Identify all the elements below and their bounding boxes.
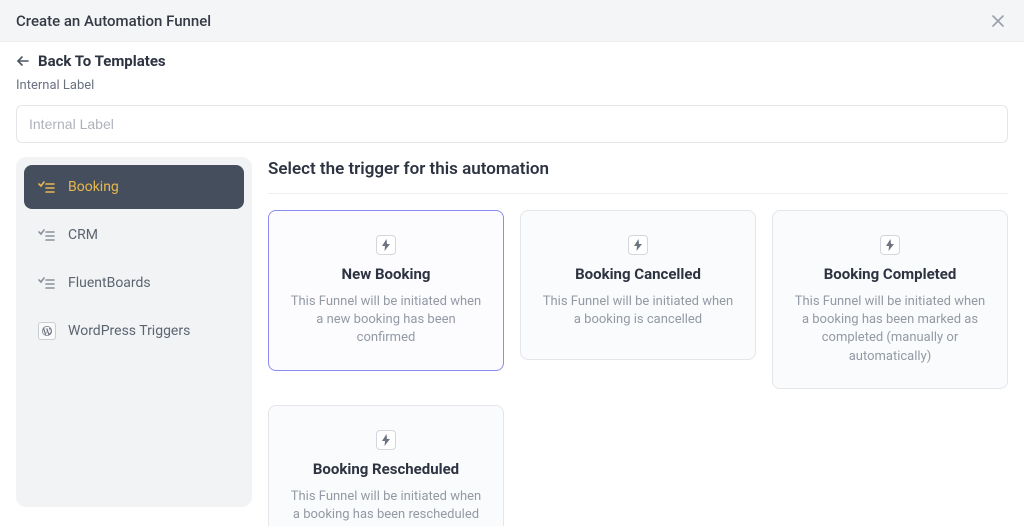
trigger-card-booking-completed[interactable]: Booking Completed This Funnel will be in…: [772, 210, 1008, 389]
trigger-card-new-booking[interactable]: New Booking This Funnel will be initiate…: [268, 210, 504, 371]
section-title: Select the trigger for this automation: [268, 157, 1008, 194]
internal-label-input[interactable]: [16, 105, 1008, 143]
lightning-icon: [880, 235, 900, 255]
trigger-title: Booking Completed: [824, 265, 957, 283]
sidebar-item-booking[interactable]: Booking: [24, 165, 244, 209]
modal-create-automation-funnel: Create an Automation Funnel Back To Temp…: [0, 0, 1024, 526]
trigger-desc: This Funnel will be initiated when a boo…: [791, 293, 989, 366]
sidebar-item-crm[interactable]: CRM: [24, 213, 244, 257]
sidebar-item-label: WordPress Triggers: [68, 323, 190, 339]
trigger-title: New Booking: [342, 265, 431, 283]
sidebar-item-wordpress-triggers[interactable]: WordPress Triggers: [24, 309, 244, 353]
wordpress-icon: [38, 322, 56, 340]
trigger-desc: This Funnel will be initiated when a new…: [287, 293, 485, 348]
sidebar-item-label: CRM: [68, 227, 98, 243]
trigger-title: Booking Cancelled: [575, 265, 701, 283]
modal-title: Create an Automation Funnel: [16, 12, 211, 30]
lightning-icon: [376, 430, 396, 450]
checklist-icon: [38, 226, 56, 244]
subheader: Back To Templates Internal Label: [0, 42, 1024, 99]
internal-label-row: [0, 99, 1024, 157]
trigger-desc: This Funnel will be initiated when a boo…: [539, 293, 737, 329]
lightning-icon: [628, 235, 648, 255]
checklist-icon: [38, 178, 56, 196]
back-label: Back To Templates: [38, 52, 166, 70]
back-to-templates-link[interactable]: Back To Templates: [16, 52, 166, 70]
internal-label-caption: Internal Label: [16, 78, 1008, 93]
trigger-cards-grid: New Booking This Funnel will be initiate…: [268, 194, 1008, 526]
sidebar-item-label: Booking: [68, 179, 119, 195]
trigger-card-booking-rescheduled[interactable]: Booking Rescheduled This Funnel will be …: [268, 405, 504, 526]
sidebar-item-label: FluentBoards: [68, 275, 151, 291]
sidebar: Booking CRM FluentBoards WordPress Trigg…: [16, 157, 252, 507]
sidebar-item-fluentboards[interactable]: FluentBoards: [24, 261, 244, 305]
content-row: Booking CRM FluentBoards WordPress Trigg…: [0, 157, 1024, 526]
close-button[interactable]: [988, 11, 1008, 31]
trigger-card-booking-cancelled[interactable]: Booking Cancelled This Funnel will be in…: [520, 210, 756, 360]
modal-header: Create an Automation Funnel: [0, 0, 1024, 42]
close-icon: [991, 14, 1005, 28]
main-area: Select the trigger for this automation N…: [268, 157, 1008, 510]
checklist-icon: [38, 274, 56, 292]
back-arrow-icon: [16, 54, 30, 68]
trigger-title: Booking Rescheduled: [313, 460, 459, 478]
trigger-desc: This Funnel will be initiated when a boo…: [287, 488, 485, 524]
lightning-icon: [376, 235, 396, 255]
